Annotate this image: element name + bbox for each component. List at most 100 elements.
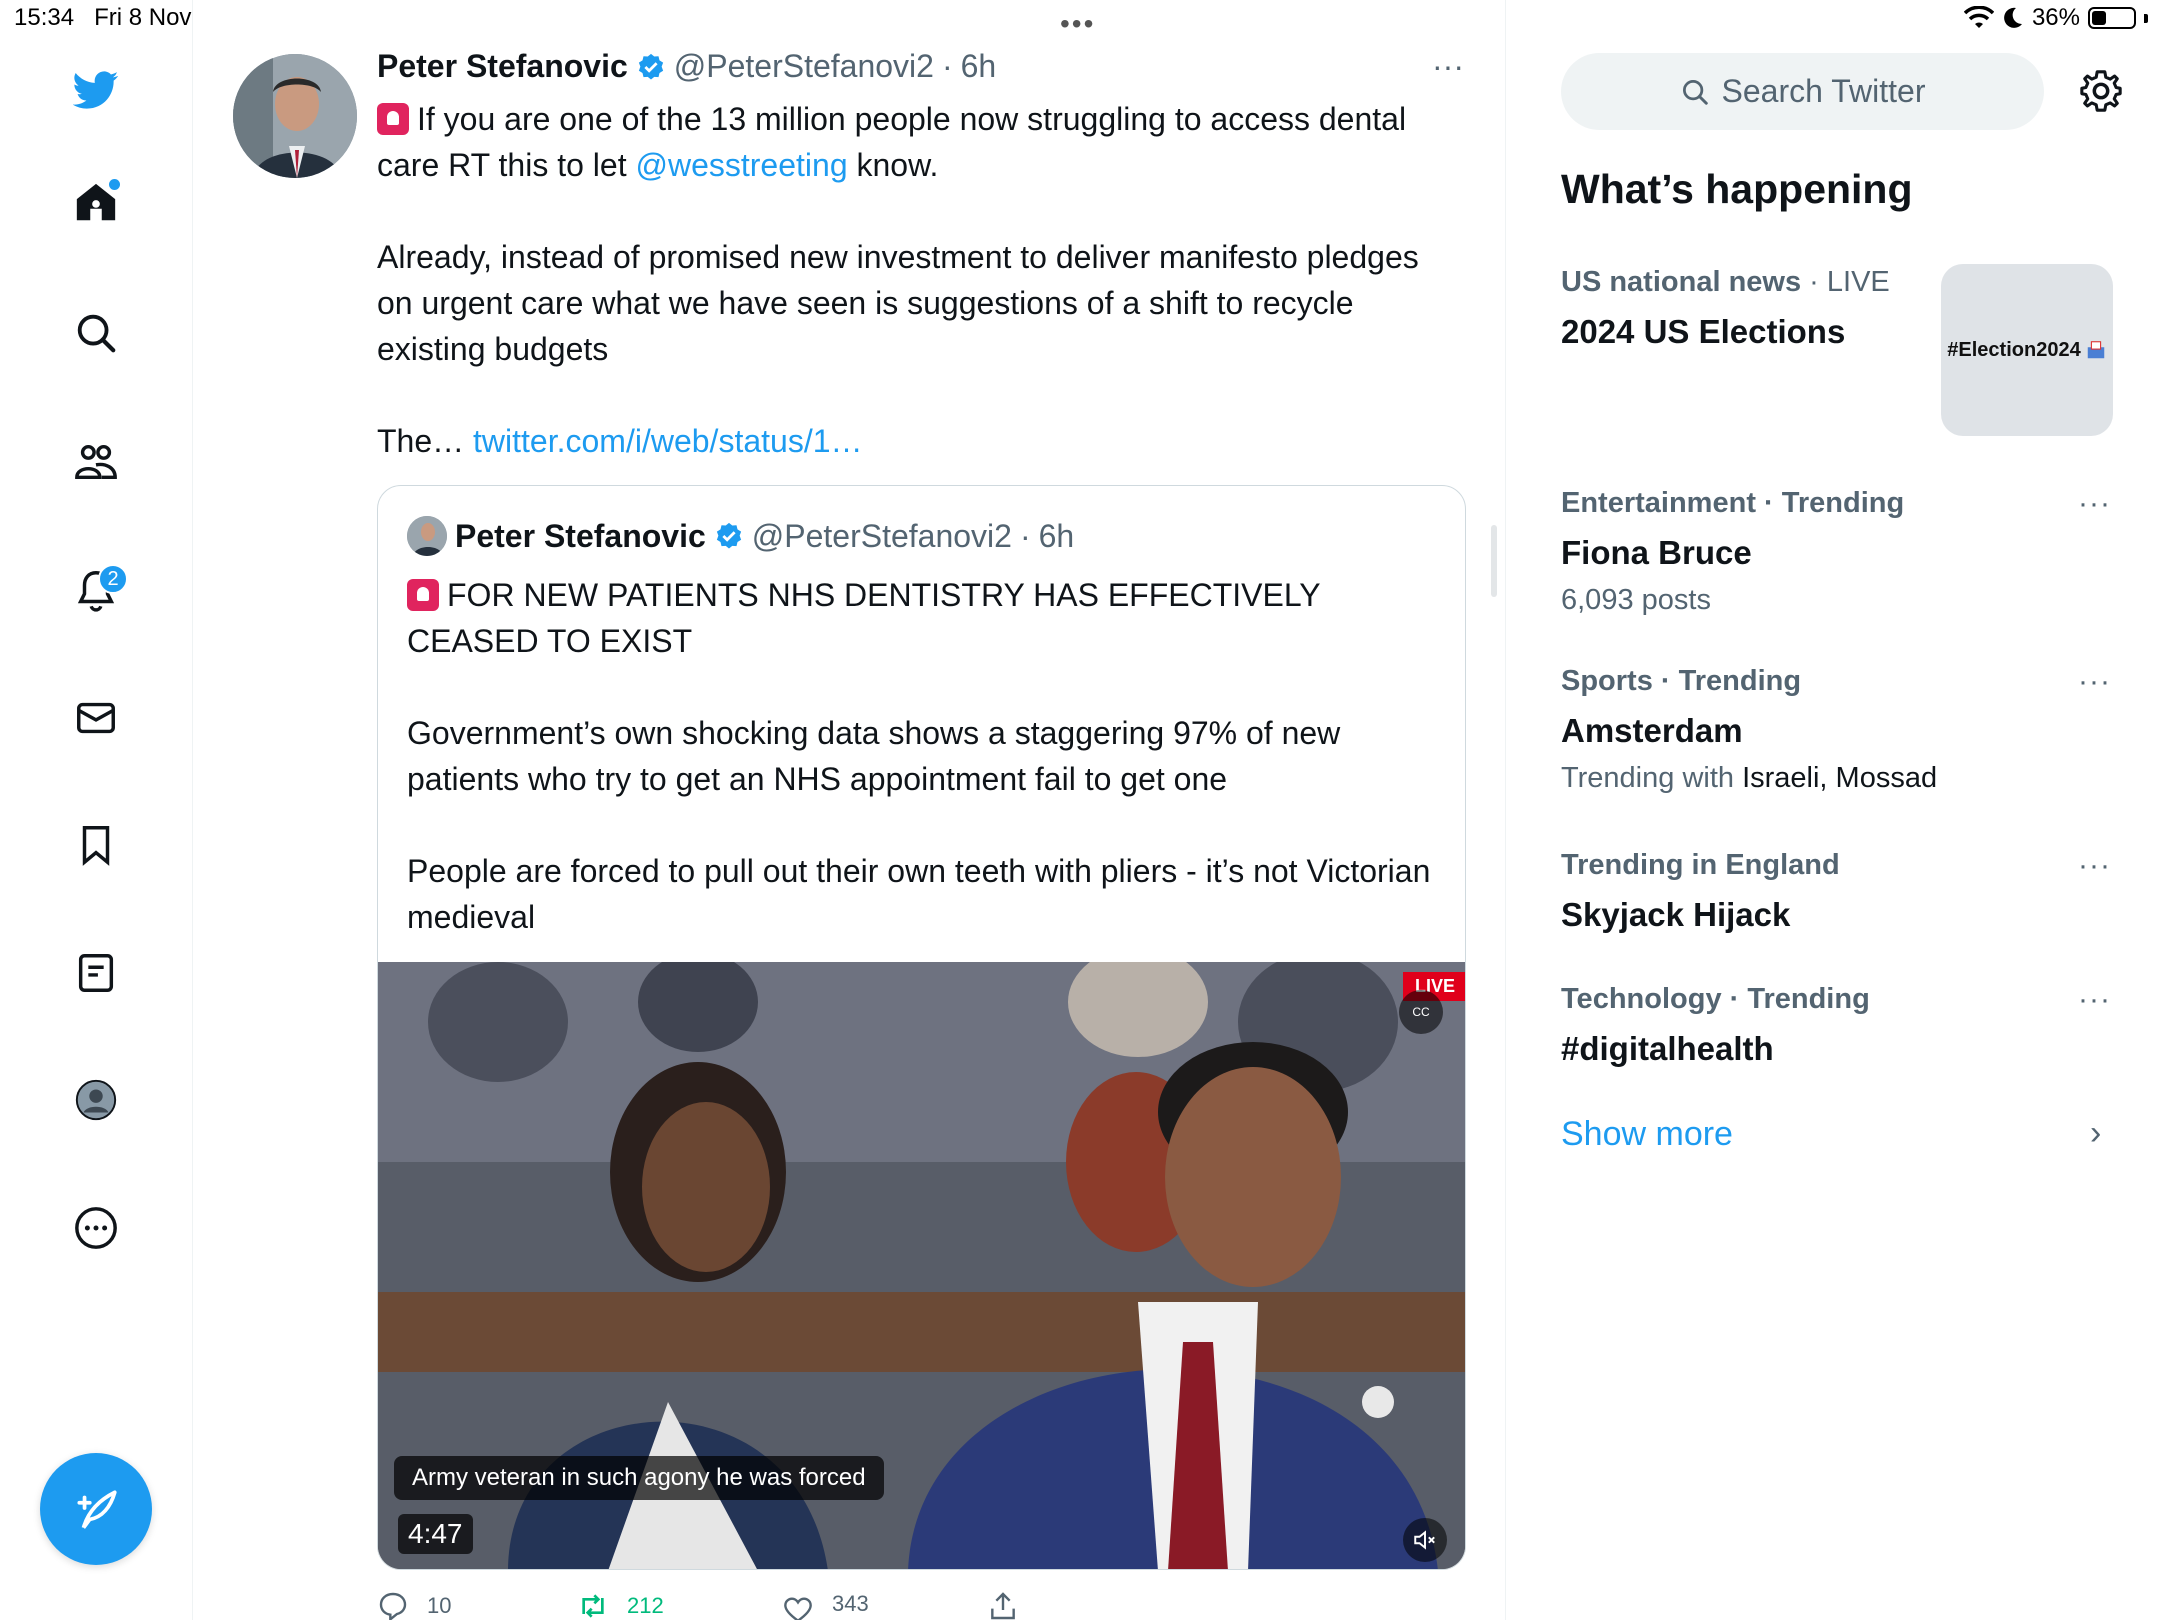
battery-tip [2144, 13, 2148, 23]
tweet-time[interactable]: 6h [961, 48, 997, 85]
nav-home[interactable] [66, 173, 126, 233]
time-separator: · [941, 48, 953, 84]
status-indicators: 36% [1963, 4, 2148, 32]
quote-paragraph: People are forced to pull out their own … [407, 853, 1431, 935]
chevron-right-icon: › [2090, 1114, 2102, 1152]
ballot-box-icon [2087, 341, 2104, 359]
mention-link[interactable]: @wesstreeting [635, 147, 847, 183]
trend-more-button[interactable]: ··· [2078, 665, 2111, 699]
twitter-logo-icon[interactable] [66, 60, 126, 120]
quote-time: 6h [1038, 517, 1075, 554]
wifi-icon [1963, 6, 1994, 28]
trend-related: Trending with Israeli, Mossad [1561, 762, 2121, 795]
trend-thumbnail-label: #Election2024 [1947, 338, 2081, 361]
quoted-tweet[interactable]: Peter Stefanovic @PeterStefanovi2 · 6h F… [377, 485, 1466, 1570]
tweet-actions: 10 212 343 [377, 1590, 1437, 1620]
tweet-more-button[interactable]: ··· [1432, 48, 1464, 85]
trend-live-label: LIVE [1826, 266, 1890, 298]
trend-title: Skyjack Hijack [1561, 896, 1791, 933]
trend-meta-separator: · [1801, 266, 1827, 298]
trend-meta: Sports · Trending [1561, 665, 1802, 697]
battery-percent: 36% [2031, 4, 2080, 31]
quote-author-handle: @PeterStefanovi2 [751, 517, 1012, 554]
siren-icon [407, 579, 439, 611]
tweet-paragraph: Already, instead of promised new investm… [377, 239, 1419, 367]
mute-button[interactable] [1403, 1518, 1447, 1562]
nav-profile[interactable] [66, 1070, 126, 1130]
column-divider [1505, 0, 1506, 1620]
time-separator: · [1019, 517, 1031, 554]
gear-icon [2080, 70, 2122, 112]
trend-item[interactable]: Technology · Trending #digitalhealth [1561, 983, 2121, 1068]
quote-text-part: FOR NEW PATIENTS NHS DENTISTRY HAS EFFEC… [407, 577, 1321, 659]
video-player[interactable]: LIVE CC Army veteran in such agony he wa… [378, 962, 1465, 1569]
search-input[interactable]: Search Twitter [1561, 53, 2044, 130]
nav-explore[interactable] [66, 303, 126, 363]
bookmark-icon [82, 826, 110, 866]
moon-icon [2004, 7, 2022, 28]
quote-paragraph: Government’s own shocking data shows a s… [407, 715, 1341, 797]
retweet-icon [582, 1594, 604, 1618]
tweet-paragraph: The… twitter.com/i/web/status/1… [377, 418, 1457, 464]
trend-more-button[interactable]: ··· [2078, 849, 2111, 883]
scroll-indicator[interactable] [1491, 525, 1497, 597]
compose-button[interactable] [40, 1453, 152, 1565]
home-unread-dot [109, 179, 120, 190]
side-nav: 2 [0, 0, 193, 1620]
nav-messages[interactable] [66, 688, 126, 748]
share-icon [991, 1592, 1015, 1620]
like-button[interactable]: 343 [782, 1582, 869, 1620]
trend-meta: Technology · Trending [1561, 983, 1870, 1015]
notifications-badge: 2 [98, 564, 128, 594]
multitasking-handle[interactable]: ••• [1060, 8, 1095, 40]
trend-related-prefix: Trending with [1561, 762, 1743, 794]
trend-item[interactable]: Entertainment · Trending Fiona Bruce 6,0… [1561, 487, 2121, 617]
trend-more-button[interactable]: ··· [2078, 487, 2111, 521]
tweet-text: If you are one of the 13 million people … [377, 96, 1457, 464]
compose-feather-icon [77, 1490, 117, 1529]
author-name[interactable]: Peter Stefanovic [377, 48, 628, 85]
closed-captions-button[interactable]: CC [1399, 990, 1443, 1034]
retweet-count: 212 [627, 1593, 664, 1618]
share-button[interactable] [987, 1590, 1019, 1620]
nav-more[interactable] [66, 1198, 126, 1258]
settings-button[interactable] [2078, 68, 2124, 114]
author-handle[interactable]: @PeterStefanovi2 [674, 48, 934, 85]
show-more-link[interactable]: Show more [1561, 1115, 1733, 1154]
more-circle-icon [75, 1207, 117, 1249]
retweet-button[interactable]: 212 [577, 1590, 664, 1620]
trend-meta: Trending in England [1561, 849, 1840, 881]
like-count: 343 [832, 1591, 869, 1616]
status-link[interactable]: twitter.com/i/web/status/1… [473, 423, 862, 459]
search-icon [1682, 79, 1708, 105]
tweet-text-part: The… [377, 423, 474, 459]
reply-icon [379, 1592, 407, 1620]
trend-thumbnail[interactable]: #Election2024 [1941, 264, 2113, 436]
reply-button[interactable]: 10 [377, 1590, 451, 1620]
nav-bookmarks[interactable] [66, 815, 126, 875]
tweet-header: Peter Stefanovic @PeterStefanovi2 · 6h [377, 48, 996, 85]
profile-avatar-icon [75, 1079, 117, 1121]
search-icon [77, 314, 116, 353]
trend-item[interactable]: Trending in England Skyjack Hijack [1561, 849, 2121, 934]
quote-header: Peter Stefanovic @PeterStefanovi2 · 6h [407, 516, 1074, 556]
tweet-author-avatar[interactable] [233, 54, 357, 178]
nav-notifications[interactable]: 2 [66, 560, 128, 620]
trend-more-button[interactable]: ··· [2078, 983, 2111, 1017]
trend-item[interactable]: Sports · Trending Amsterdam Trending wit… [1561, 665, 2121, 795]
battery-icon [2088, 7, 2136, 29]
reply-count: 10 [427, 1593, 452, 1618]
quote-paragraph: FOR NEW PATIENTS NHS DENTISTRY HAS EFFEC… [407, 572, 1437, 664]
trend-title: Amsterdam [1561, 712, 1743, 749]
mail-icon [77, 702, 115, 734]
quote-author-avatar [407, 516, 447, 556]
trend-title: #digitalhealth [1561, 1030, 1774, 1067]
nav-communities[interactable] [66, 432, 126, 492]
video-caption: Army veteran in such agony he was forced [394, 1456, 884, 1500]
trend-title: Fiona Bruce [1561, 534, 1752, 571]
video-duration: 4:47 [398, 1514, 473, 1554]
whats-happening-title: What’s happening [1561, 166, 1913, 212]
tweet-text-part: know. [847, 147, 939, 183]
nav-lists[interactable] [66, 943, 126, 1003]
verified-badge-icon [716, 522, 741, 549]
